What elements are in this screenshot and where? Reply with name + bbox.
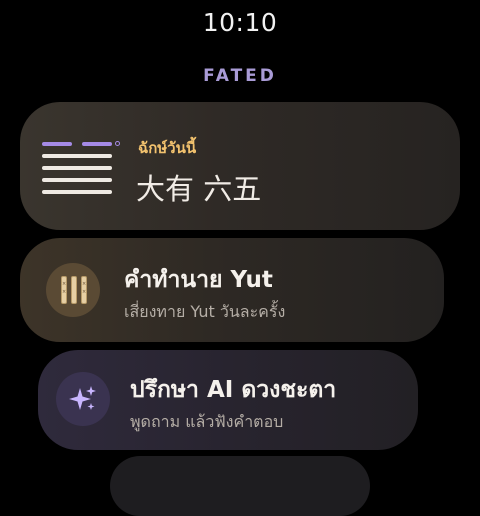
sparkle-icon (69, 386, 96, 410)
status-time: 10:10 (202, 8, 278, 37)
ai-card-subtitle: พูดถาม แล้วฟังคำตอบ (130, 412, 284, 431)
ai-icon-circle (56, 372, 110, 426)
ai-consult-card[interactable]: ปรึกษา AI ดวงชะตา พูดถาม แล้วฟังคำตอบ (38, 350, 418, 450)
yut-card-subtitle: เสี่ยงทาย Yut วันละครั้ง (124, 302, 286, 321)
yut-sticks-icon: × × × × (60, 276, 88, 304)
app-title: FATED (203, 66, 277, 86)
yut-card-title: คำทำนาย Yut (124, 267, 273, 293)
hexagram-icon (42, 132, 120, 204)
hexagram-label: ฉักษ์วันนี้ (138, 139, 197, 157)
hexagram-card[interactable]: ฉักษ์วันนี้ 大有 六五 (20, 102, 460, 230)
hexagram-name: 大有 六五 (136, 172, 262, 206)
yut-reading-card[interactable]: × × × × คำทำนาย Yut เสี่ยงทาย Yut วันละค… (20, 238, 444, 342)
ai-card-title: ปรึกษา AI ดวงชะตา (130, 377, 337, 403)
next-card-peek[interactable] (110, 456, 370, 516)
yut-icon-circle: × × × × (46, 263, 100, 317)
